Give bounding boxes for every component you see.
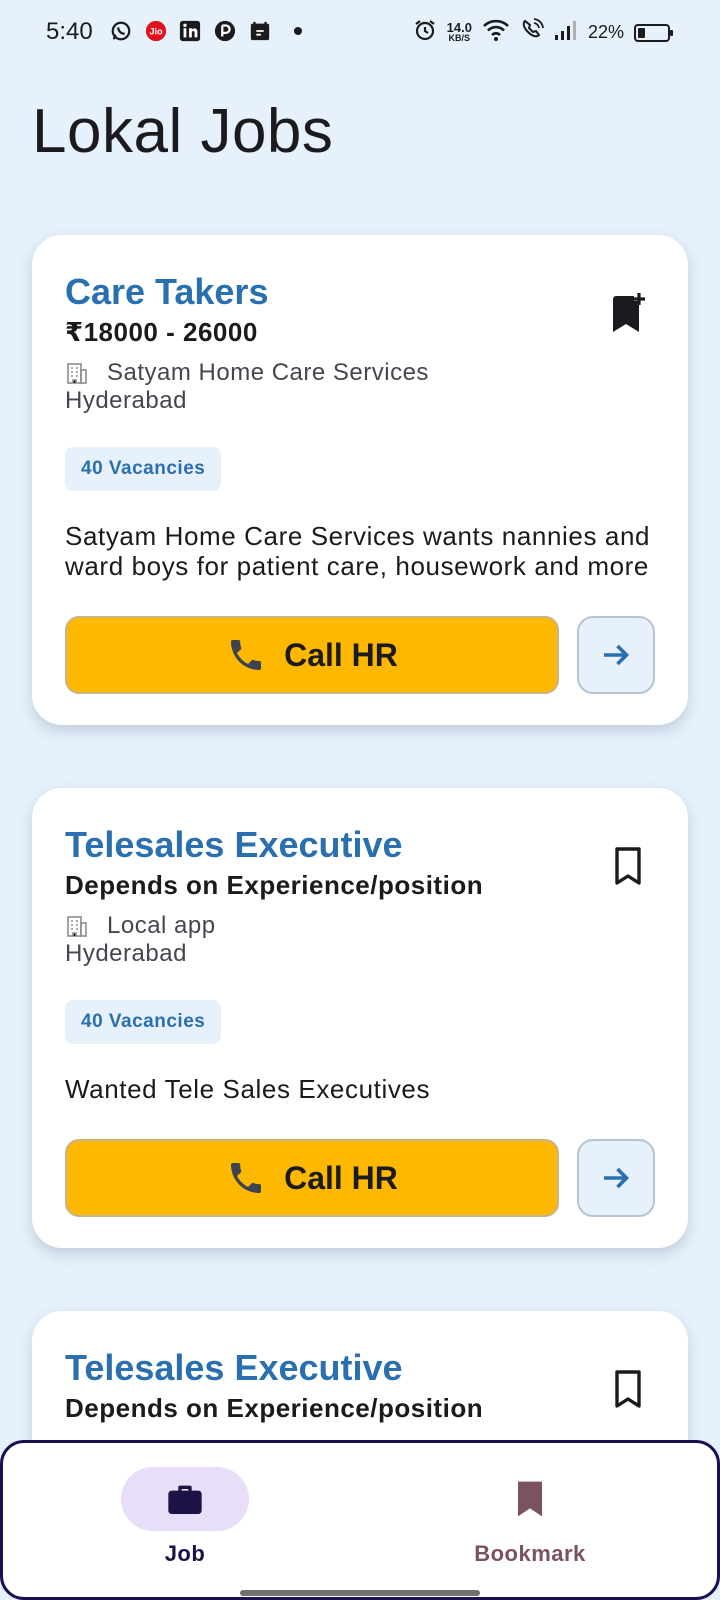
job-description: Satyam Home Care Services wants nannies … — [65, 521, 651, 581]
vacancy-badge: 40 Vacancies — [65, 1000, 222, 1044]
company-row: Satyam Home Care Services — [65, 359, 429, 387]
call-hr-label: Call HR — [284, 1159, 398, 1196]
dot-icon — [287, 20, 309, 42]
job-card[interactable]: Telesales Executive Depends on Experienc… — [32, 788, 688, 1248]
network-speed-unit: KB/S — [448, 32, 471, 43]
phone-icon — [231, 640, 262, 670]
building-icon — [67, 916, 87, 937]
status-time: 5:40 — [46, 18, 93, 45]
battery-icon — [634, 23, 673, 42]
call-hr-button[interactable]: Call HR — [65, 1139, 559, 1217]
nav-item-bookmark[interactable]: Bookmark — [465, 1467, 595, 1567]
job-salary: Depends on Experience/position — [65, 1393, 484, 1423]
home-indicator[interactable] — [240, 1590, 480, 1596]
company-row: Local app — [65, 912, 216, 940]
alarm-icon — [413, 18, 437, 47]
call-hr-label: Call HR — [284, 636, 398, 673]
wifi-icon — [482, 18, 510, 47]
nav-pill — [466, 1467, 594, 1531]
job-salary: Depends on Experience/position — [65, 870, 484, 900]
page-title: Lokal Jobs — [32, 97, 334, 166]
status-bar: 5:40 Jio 14.0 KB/S 22% — [0, 0, 720, 64]
nav-label-job: Job — [164, 1541, 206, 1566]
svg-text:Jio: Jio — [149, 27, 163, 37]
briefcase-icon — [168, 1485, 202, 1514]
job-title: Telesales Executive — [65, 824, 403, 865]
view-details-button[interactable] — [577, 1139, 655, 1217]
job-title: Telesales Executive — [65, 1347, 403, 1388]
arrow-right-icon — [604, 644, 630, 666]
status-right: 14.0 KB/S 22% — [413, 18, 673, 47]
wifi-calling-icon — [520, 18, 544, 47]
network-speed: 14.0 KB/S — [447, 21, 472, 44]
nav-item-job[interactable]: Job — [120, 1467, 250, 1567]
app-icon — [214, 20, 236, 42]
arrow-right-icon — [604, 1167, 630, 1189]
bookmark-icon — [518, 1481, 542, 1517]
job-card[interactable]: Care Takers ₹18000 - 26000 Satyam Home C… — [32, 235, 688, 725]
battery-percent: 22% — [587, 22, 624, 42]
nav-active-indicator — [121, 1467, 249, 1531]
call-hr-button[interactable]: Call HR — [65, 616, 559, 694]
linkedin-icon — [179, 20, 201, 42]
company-name: Satyam Home Care Services — [107, 359, 429, 386]
job-location: Hyderabad — [65, 940, 187, 967]
vacancy-badge: 40 Vacancies — [65, 447, 222, 491]
whatsapp-icon — [110, 20, 132, 42]
phone-icon — [231, 1163, 262, 1193]
signal-icon — [554, 19, 578, 46]
jio-icon: Jio — [145, 20, 167, 42]
job-salary: ₹18000 - 26000 — [65, 317, 258, 347]
app-icon — [249, 20, 271, 42]
job-title: Care Takers — [65, 271, 269, 312]
company-name: Local app — [107, 912, 216, 939]
bookmark-outline-icon[interactable] — [608, 1367, 648, 1411]
nav-label-bookmark: Bookmark — [474, 1541, 586, 1566]
view-details-button[interactable] — [577, 616, 655, 694]
bookmark-outline-icon[interactable] — [608, 844, 648, 888]
bottom-navigation: Job Bookmark — [0, 1440, 720, 1600]
screen: 5:40 Jio 14.0 KB/S 22% Lokal Jobs Care T… — [0, 0, 720, 1600]
bookmark-add-icon[interactable] — [608, 291, 648, 335]
job-description: Wanted Tele Sales Executives — [65, 1074, 431, 1104]
job-location: Hyderabad — [65, 387, 187, 414]
building-icon — [67, 363, 87, 384]
